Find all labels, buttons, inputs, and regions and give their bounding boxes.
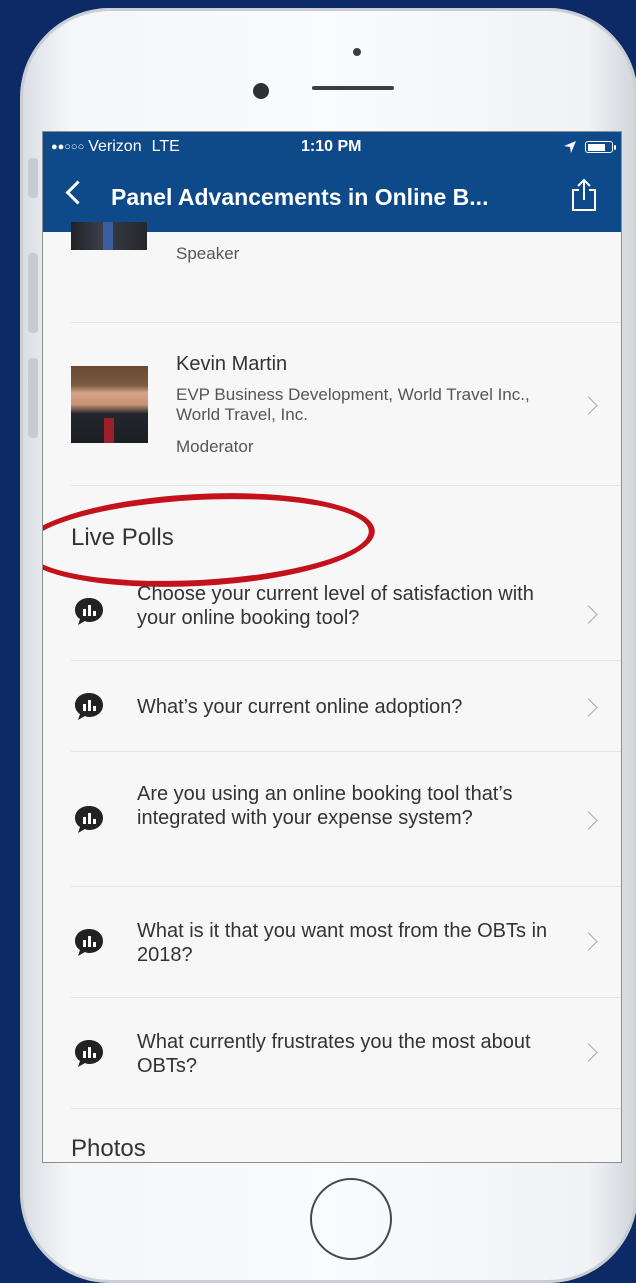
chevron-right-icon xyxy=(579,1043,598,1062)
network-label: LTE xyxy=(151,138,180,155)
location-arrow-icon xyxy=(564,141,576,153)
chevron-right-icon xyxy=(579,932,598,951)
chevron-right-icon xyxy=(579,811,598,830)
volume-down-button xyxy=(28,358,38,438)
mute-switch xyxy=(28,158,38,198)
speaker-row[interactable]: Speaker xyxy=(71,222,621,323)
poll-question: Are you using an online booking tool tha… xyxy=(137,783,513,829)
chevron-right-icon xyxy=(579,605,598,624)
poll-item[interactable]: What currently frustrates you the most a… xyxy=(71,998,621,1109)
chevron-right-icon xyxy=(579,396,598,415)
status-time: 1:10 PM xyxy=(301,138,362,155)
speaker-role: Speaker xyxy=(176,244,240,263)
speaker-photo xyxy=(71,222,147,250)
poll-item[interactable]: Are you using an online booking tool tha… xyxy=(71,752,621,887)
app-screen: ●●○○○ Verizon LTE 1:10 PM Panel Advancem… xyxy=(42,131,622,1163)
speaker-photo xyxy=(71,366,148,443)
battery-icon xyxy=(585,141,616,153)
back-icon[interactable] xyxy=(65,180,90,205)
signal-strength-icon: ●●○○○ xyxy=(51,141,85,153)
poll-question: What’s your current online adoption? xyxy=(137,696,463,718)
proximity-sensor xyxy=(353,48,361,56)
live-polls-heading: Live Polls xyxy=(43,484,621,596)
poll-question: Choose your current level of satisfactio… xyxy=(137,583,534,629)
poll-item[interactable]: What is it that you want most from the O… xyxy=(71,887,621,998)
poll-chat-icon xyxy=(75,1040,103,1067)
volume-up-button xyxy=(28,253,38,333)
session-content: Speaker Kevin Martin EVP Business Develo… xyxy=(43,222,621,1162)
speaker-title: EVP Business Development, World Travel I… xyxy=(176,385,530,424)
front-camera xyxy=(253,83,269,99)
share-icon[interactable] xyxy=(569,178,599,212)
speaker-name: Kevin Martin xyxy=(176,353,288,375)
carrier-label: Verizon xyxy=(88,138,142,155)
photos-heading: Photos xyxy=(71,1135,146,1162)
poll-chat-icon xyxy=(75,929,103,956)
status-bar: ●●○○○ Verizon LTE 1:10 PM xyxy=(43,132,621,162)
nav-title: Panel Advancements in Online B... xyxy=(111,184,489,210)
poll-item[interactable]: What’s your current online adoption? xyxy=(71,661,621,752)
poll-chat-icon xyxy=(75,806,103,833)
earpiece-speaker xyxy=(312,86,394,90)
home-button[interactable] xyxy=(310,1178,392,1260)
poll-question: What is it that you want most from the O… xyxy=(137,920,548,966)
chevron-right-icon xyxy=(579,698,598,717)
poll-chat-icon xyxy=(75,693,103,720)
poll-chat-icon xyxy=(75,598,103,625)
speaker-row-kevin-martin[interactable]: Kevin Martin EVP Business Development, W… xyxy=(71,323,621,486)
speaker-role: Moderator xyxy=(176,437,254,456)
poll-question: What currently frustrates you the most a… xyxy=(137,1031,531,1077)
poll-item[interactable]: Choose your current level of satisfactio… xyxy=(71,570,621,661)
